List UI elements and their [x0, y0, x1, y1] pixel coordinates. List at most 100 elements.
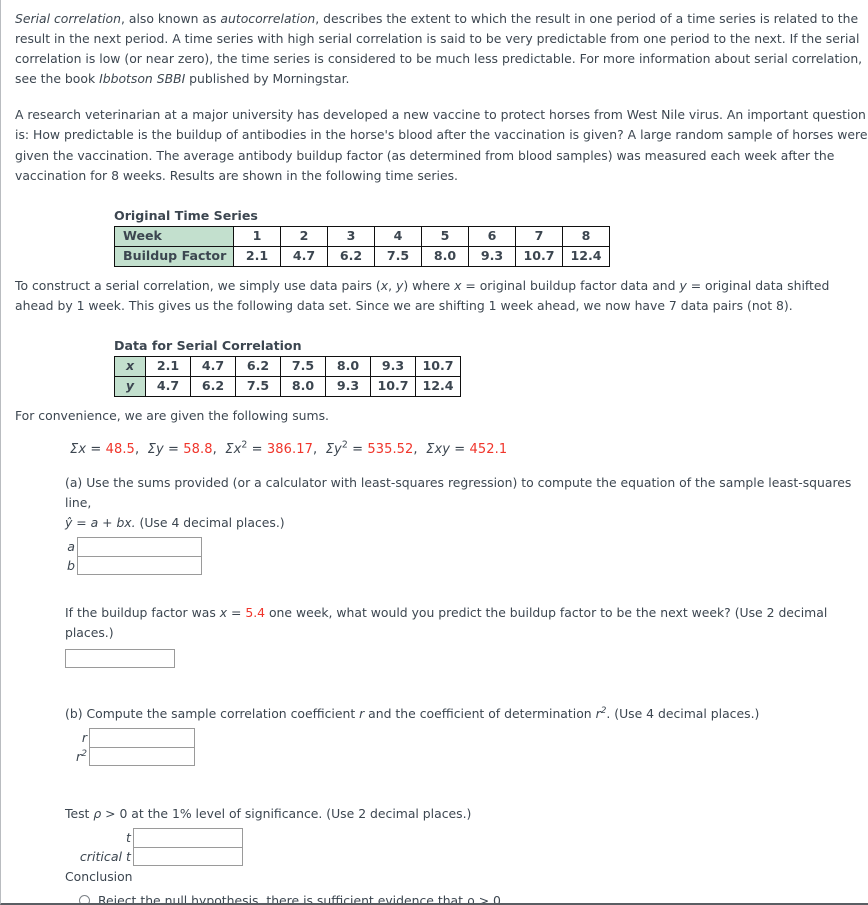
y-cell: 12.4 — [415, 375, 461, 397]
input-t[interactable] — [133, 827, 243, 847]
part-a-line-2: ŷ = a + bx. (Use 4 decimal places.) — [65, 513, 868, 533]
week-cell: 4 — [374, 225, 422, 247]
week-cell: 7 — [515, 225, 563, 247]
input-prediction[interactable] — [65, 648, 175, 668]
sum-sep-1: , — [134, 442, 140, 458]
original-time-series-title: Original Time Series — [114, 207, 258, 223]
input-b[interactable] — [77, 556, 202, 576]
label-r2: r2 — [65, 749, 89, 764]
least-squares-formula: ŷ = a + bx. — [65, 515, 136, 531]
buildup-cell: 4.7 — [280, 245, 328, 267]
content-area: Serial correlation, also known as autoco… — [15, 0, 868, 903]
construct-a: To construct a serial correlation, we si… — [15, 277, 381, 293]
construct-y2: y — [679, 277, 687, 293]
x-cell: 10.7 — [415, 355, 461, 377]
answer-row-a: a — [65, 537, 868, 557]
intro-p1-f: published by Morningstar. — [185, 71, 350, 87]
answer-row-r: r — [65, 727, 868, 747]
term-autocorrelation: autocorrelation — [220, 11, 316, 26]
sum-sep-3: , — [313, 442, 318, 458]
original-time-series-table: Week 1 2 3 4 5 6 7 8 Buildup Factor 2.1 … — [114, 225, 610, 267]
construct-b: , — [388, 277, 396, 293]
label-t: t — [126, 829, 131, 845]
row-header-x: x — [114, 355, 146, 377]
buildup-cell: 7.5 — [374, 245, 422, 267]
input-r2[interactable] — [89, 746, 195, 766]
label-critical-t: critical t — [79, 848, 131, 864]
radio-icon[interactable] — [79, 894, 90, 903]
y-cell: 10.7 — [370, 375, 416, 397]
book-title-ibbotson-sbbi: Ibbotson SBBI — [99, 71, 186, 87]
table-row-y: y 4.7 6.2 7.5 8.0 9.3 10.7 12.4 — [114, 375, 461, 397]
part-b-question: (b) Compute the sample correlation coeff… — [65, 704, 868, 724]
answer-row-t: t — [65, 827, 868, 847]
part-a-line-1: (a) Use the sums provided (or a calculat… — [65, 475, 852, 511]
sum-y-label: Σy = — [147, 442, 184, 458]
part-b-text-3: . (Use 4 decimal places.) — [606, 705, 760, 721]
prediction-x-eq: x = — [219, 605, 246, 621]
prediction-question: If the buildup factor was x = 5.4 one we… — [65, 603, 868, 643]
sum-y-value: 58.8 — [183, 442, 213, 458]
x-cell: 8.0 — [325, 355, 371, 377]
buildup-cell: 12.4 — [562, 245, 610, 267]
intro-paragraph-1: Serial correlation, also known as autoco… — [15, 9, 868, 89]
serial-correlation-block: Data for Serial Correlation x 2.1 4.7 6.… — [114, 338, 868, 397]
label-r2-sup: 2 — [81, 748, 87, 759]
label-r: r — [81, 729, 87, 745]
answer-row-r2: r2 — [65, 746, 868, 766]
buildup-cell: 9.3 — [468, 245, 516, 267]
buildup-cell: 6.2 — [327, 245, 375, 267]
y-cell: 4.7 — [145, 375, 191, 397]
table-row-x: x 2.1 4.7 6.2 7.5 8.0 9.3 10.7 — [114, 355, 461, 377]
serial-correlation-table: x 2.1 4.7 6.2 7.5 8.0 9.3 10.7 y 4.7 6.2… — [114, 355, 461, 397]
original-time-series-block: Original Time Series Week 1 2 3 4 5 6 7 … — [114, 208, 868, 267]
sum-y2-value: 535.52 — [367, 442, 414, 458]
prediction-text-before: If the buildup factor was — [65, 605, 220, 621]
conclusion-label: Conclusion — [65, 868, 133, 884]
prediction-x-value: 5.4 — [245, 605, 266, 621]
conclusion-option[interactable]: Reject the null hypothesis, there is suf… — [79, 892, 868, 903]
sum-y2-label: Σy — [325, 442, 342, 458]
x-cell: 4.7 — [190, 355, 236, 377]
label-a: a — [67, 539, 75, 555]
sums-line: Σx = 48.5, Σy = 58.8, Σx2 = 386.17, Σy2 … — [70, 441, 868, 458]
label-b: b — [67, 558, 75, 574]
intro-p1-b: , also known as — [120, 11, 221, 26]
x-cell: 7.5 — [280, 355, 326, 377]
problem-page: Serial correlation, also known as autoco… — [0, 0, 868, 905]
y-cell: 9.3 — [325, 375, 371, 397]
sum-x-value: 48.5 — [105, 442, 135, 458]
construct-x: x — [380, 277, 389, 293]
construct-serial-correlation-text: To construct a serial correlation, we si… — [15, 276, 868, 316]
x-cell: 2.1 — [145, 355, 191, 377]
serial-correlation-title: Data for Serial Correlation — [114, 337, 302, 353]
answer-row-prediction — [65, 648, 868, 668]
construct-c: ) where — [403, 277, 455, 293]
week-cell: 5 — [421, 225, 469, 247]
row-header-buildup-factor: Buildup Factor — [114, 245, 234, 267]
y-cell: 7.5 — [235, 375, 281, 397]
answer-row-b: b — [65, 556, 868, 576]
test-text-mid: > 0 at the 1% level of significance. (Us… — [101, 805, 472, 821]
sum-x2-eq: = — [247, 442, 267, 458]
table-row-buildup-factor: Buildup Factor 2.1 4.7 6.2 7.5 8.0 9.3 1… — [114, 245, 610, 267]
input-a[interactable] — [77, 537, 202, 557]
input-r[interactable] — [89, 727, 195, 747]
buildup-cell: 2.1 — [233, 245, 281, 267]
x-cell: 9.3 — [370, 355, 416, 377]
test-text-before: Test — [65, 805, 94, 821]
input-critical-t[interactable] — [133, 846, 243, 866]
sum-xy-value: 452.1 — [469, 442, 508, 458]
part-b-text-1: (b) Compute the sample correlation coeff… — [65, 705, 360, 721]
part-a-decimal-note: (Use 4 decimal places.) — [135, 515, 285, 531]
y-cell: 8.0 — [280, 375, 326, 397]
term-serial-correlation: Serial correlation — [15, 11, 121, 26]
sums-lead-in: For convenience, we are given the follow… — [15, 407, 330, 423]
construct-d: = original buildup factor data and — [461, 277, 680, 293]
buildup-cell: 10.7 — [515, 245, 563, 267]
sum-sep-4: , — [413, 442, 418, 458]
answer-row-critical-t: critical t — [65, 846, 868, 866]
part-b-text-2: and the coefficient of determination — [364, 705, 596, 721]
table-row-week: Week 1 2 3 4 5 6 7 8 — [114, 225, 610, 247]
intro-paragraph-2: A research veterinarian at a major unive… — [15, 107, 868, 183]
